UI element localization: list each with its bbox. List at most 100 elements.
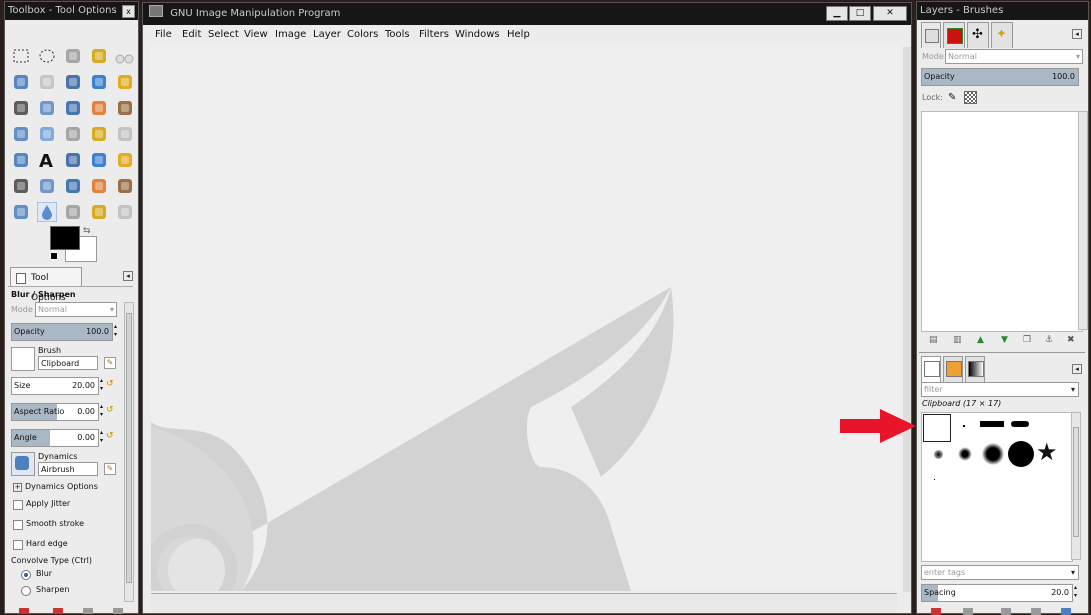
opacity-spin-icon[interactable]: ▴ ▾ [114,323,117,339]
brush-fuzzy-3[interactable] [982,443,1004,465]
tool-airbrush-icon[interactable] [63,176,83,196]
anchor-layer-icon[interactable]: ⚓ [1045,335,1053,345]
default-colors-icon[interactable] [50,252,58,260]
brush-fuzzy-1[interactable] [934,450,943,459]
menu-edit[interactable]: Edit [182,29,201,40]
size-spin-icon[interactable]: ▴ ▾ [100,377,103,393]
tool-wilber-logo-icon[interactable] [115,46,135,66]
foreground-color-swatch[interactable] [50,226,80,250]
tool-dodge-burn-icon[interactable] [89,202,109,222]
edit-dynamics-icon[interactable]: ✎ [104,463,116,475]
tab-gradients[interactable] [965,356,985,382]
expand-icon[interactable]: + [13,483,22,492]
delete-layer-icon[interactable]: ✖ [1067,335,1075,345]
tool-clone-icon[interactable] [115,176,135,196]
duplicate-brush-icon[interactable] [1001,608,1011,615]
tool-blend-icon[interactable] [89,150,109,170]
scrollbar-thumb[interactable] [126,313,132,583]
layer-opacity-slider[interactable]: Opacity 100.0 [921,68,1079,86]
hard-edge-checkbox[interactable] [13,540,23,550]
reset-angle-icon[interactable]: ↺ [106,432,115,441]
tool-eraser-icon[interactable] [37,176,57,196]
tab-patterns[interactable] [943,356,963,382]
opacity-slider[interactable]: Opacity 100.0 [11,323,113,341]
dynamics-preview[interactable] [11,452,35,476]
tab-layers[interactable] [921,22,941,48]
new-brush-icon[interactable] [963,608,973,615]
dynamics-name-field[interactable]: Airbrush [38,462,98,476]
edit-brush-button-icon[interactable] [931,608,941,615]
tool-select-by-color-icon[interactable] [11,72,31,92]
reset-options-icon[interactable] [113,608,123,614]
tab-paths[interactable]: ✣ [967,22,989,48]
tab-channels[interactable] [943,22,965,48]
brush-block-1[interactable] [980,421,1004,427]
tool-crop-icon[interactable] [115,98,135,118]
brush-hard-circle[interactable] [1008,441,1034,467]
tool-blur-sharpen-icon[interactable] [37,202,57,222]
delete-brush-icon[interactable] [1031,608,1041,615]
brush-small-dot[interactable] [934,479,935,480]
tool-paintbrush-icon[interactable] [11,176,31,196]
brush-clipboard[interactable] [923,414,951,442]
new-layer-group-icon[interactable]: ▥ [953,335,962,345]
tool-rotate-icon[interactable] [11,124,31,144]
tool-free-select-icon[interactable] [63,46,83,66]
tool-smudge-icon[interactable] [63,202,83,222]
tool-unified-transform-icon[interactable] [115,202,135,222]
image-canvas-empty[interactable] [151,47,911,591]
reset-size-icon[interactable]: ↺ [106,380,115,389]
tool-measure-icon[interactable] [37,98,57,118]
tool-flip-icon[interactable] [115,124,135,144]
toolbox-titlebar[interactable]: Toolbox - Tool Options x [5,2,138,20]
layer-list-scrollbar[interactable] [1078,111,1088,330]
spacing-spin-icon[interactable]: ▴ ▾ [1074,584,1077,600]
apply-jitter-checkbox[interactable] [13,500,23,510]
tool-pencil-icon[interactable] [115,150,135,170]
tool-fuzzy-select-icon[interactable] [89,46,109,66]
tool-ellipse-select-icon[interactable] [37,46,57,66]
save-options-icon[interactable] [19,608,29,614]
blur-radio[interactable] [21,570,31,580]
tool-cage-transform-icon[interactable] [11,150,31,170]
duplicate-layer-icon[interactable]: ❐ [1023,335,1031,345]
tool-align-icon[interactable] [89,98,109,118]
menu-file[interactable]: File [155,29,172,40]
menu-layer[interactable]: Layer [313,29,341,40]
brush-name-field[interactable]: Clipboard [38,356,98,370]
brush-tags-input[interactable]: enter tags ▾ [921,565,1079,580]
tool-foreground-select-icon[interactable] [63,72,83,92]
menu-help[interactable]: Help [507,29,530,40]
tool-perspective-clone-icon[interactable] [11,202,31,222]
restore-options-icon[interactable] [53,608,63,614]
toolbox-close-button[interactable]: x [122,5,135,18]
menu-view[interactable]: View [244,29,268,40]
dynamics-options-label[interactable]: Dynamics Options [25,482,98,491]
tool-scale-icon[interactable] [37,124,57,144]
raise-layer-icon[interactable]: ▲ [977,335,984,345]
configure-tab-icon[interactable]: ◂ [1072,29,1082,39]
brush-pixel[interactable] [963,425,965,427]
tool-zoom-icon[interactable] [11,98,31,118]
tool-ink-icon[interactable] [89,176,109,196]
brush-fuzzy-2[interactable] [958,447,972,461]
tool-paths-icon[interactable] [89,72,109,92]
close-button[interactable]: ✕ [873,6,907,21]
lower-layer-icon[interactable]: ▼ [1001,335,1008,345]
smooth-stroke-checkbox[interactable] [13,520,23,530]
new-layer-icon[interactable]: ▤ [929,335,938,345]
main-titlebar[interactable]: GNU Image Manipulation Program [143,3,911,25]
configure-brushes-tab-icon[interactable]: ◂ [1072,364,1082,374]
brush-filter-select[interactable]: filter ▾ [921,382,1079,397]
tool-options-scrollbar[interactable] [124,302,134,602]
canvas-scrollbar[interactable] [903,47,911,592]
tool-text-icon[interactable]: A [37,150,57,170]
tool-rect-select-icon[interactable] [11,46,31,66]
refresh-brushes-icon[interactable] [1061,608,1071,615]
aspect-ratio-slider[interactable]: Aspect Ratio 0.00 [11,403,99,421]
layer-list[interactable] [921,111,1083,332]
angle-spin-icon[interactable]: ▴ ▾ [100,429,103,445]
brush-block-2[interactable] [1011,421,1029,427]
minimize-button[interactable]: ▁ [826,6,848,21]
scrollbar-thumb[interactable] [1073,427,1079,537]
